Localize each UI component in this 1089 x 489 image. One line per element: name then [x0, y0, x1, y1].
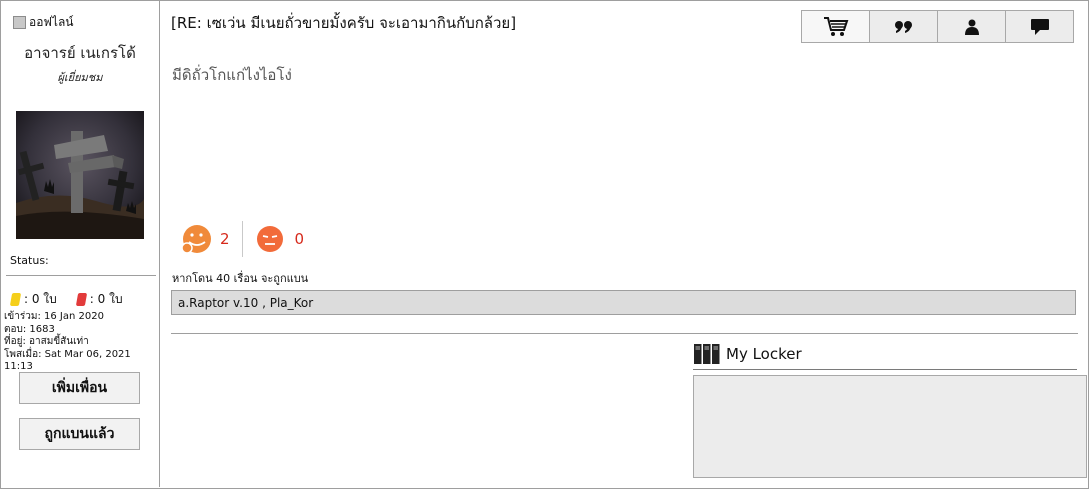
locker-underline [693, 369, 1077, 370]
tab-shop[interactable] [801, 10, 870, 43]
user-location: ที่อยู่: อาสมขี้สันเท่า [4, 336, 89, 347]
red-card-icon [75, 293, 87, 306]
like-count: 2 [220, 230, 230, 248]
post-title: [RE: เซเว่น มีเนยถั่วขายมั้งครับ จะเอามา… [171, 14, 517, 32]
yellow-card-count: : 0 ใบ [24, 292, 57, 306]
signature-text: หากโดน 40 เรื่อน จะถูกแบน [172, 272, 309, 285]
online-status-label: ออฟไลน์ [29, 15, 74, 29]
offline-indicator-icon [13, 16, 26, 29]
reaction-bar: 2 0 [180, 221, 304, 257]
joined-date: เข้าร่วม: 16 Jan 2020 [4, 311, 104, 322]
user-title: ผู้เยี่ยมชม [57, 71, 103, 84]
post-body: มีดิถั่วโกแก่ไงไอโง่ [172, 66, 292, 84]
cart-icon [823, 16, 848, 36]
online-status: ออฟไลน์ [13, 13, 74, 32]
avatar[interactable] [16, 111, 144, 239]
message-icon [1030, 18, 1049, 35]
reply-count: ตอบ: 1683 [4, 323, 55, 335]
tab-profile[interactable] [938, 10, 1006, 43]
user-stats: เข้าร่วม: 16 Jan 2020 ตอบ: 1683 ที่อยู่:… [4, 311, 159, 374]
user-icon [964, 19, 979, 35]
post-action-tabs [801, 10, 1074, 43]
quote-icon [894, 20, 912, 33]
post-divider [171, 333, 1078, 334]
locker-icon [694, 344, 720, 364]
locker-title: My Locker [726, 345, 802, 363]
yellow-card-icon [9, 293, 22, 306]
tab-message[interactable] [1006, 10, 1074, 43]
locker-header: My Locker [694, 344, 802, 364]
signature-box: a.Raptor v.10 , Pla_Kor [171, 290, 1076, 315]
reaction-divider [241, 221, 243, 257]
status-label: Status: [10, 254, 49, 267]
card-counts: : 0 ใบ : 0 ใบ [9, 290, 123, 309]
sidebar-divider [6, 275, 156, 276]
user-sidebar: ออฟไลน์ อาจารย์ เนเกรโด้ ผู้เยี่ยมชม Sta… [1, 1, 160, 487]
add-friend-button[interactable]: เพิ่มเพื่อน [19, 372, 140, 404]
like-reaction-icon[interactable] [180, 222, 214, 256]
locker-content [693, 375, 1087, 478]
dislike-count: 0 [294, 230, 305, 248]
username-link[interactable]: อาจารย์ เนเกรโด้ [1, 41, 159, 65]
posted-date: โพสเมื่อ: Sat Mar 06, 2021 11:13 [4, 348, 131, 373]
tab-quote[interactable] [870, 10, 938, 43]
banned-button[interactable]: ถูกแบนแล้ว [19, 418, 140, 450]
red-card-count: : 0 ใบ [89, 292, 123, 306]
dislike-reaction-icon[interactable] [255, 224, 285, 254]
